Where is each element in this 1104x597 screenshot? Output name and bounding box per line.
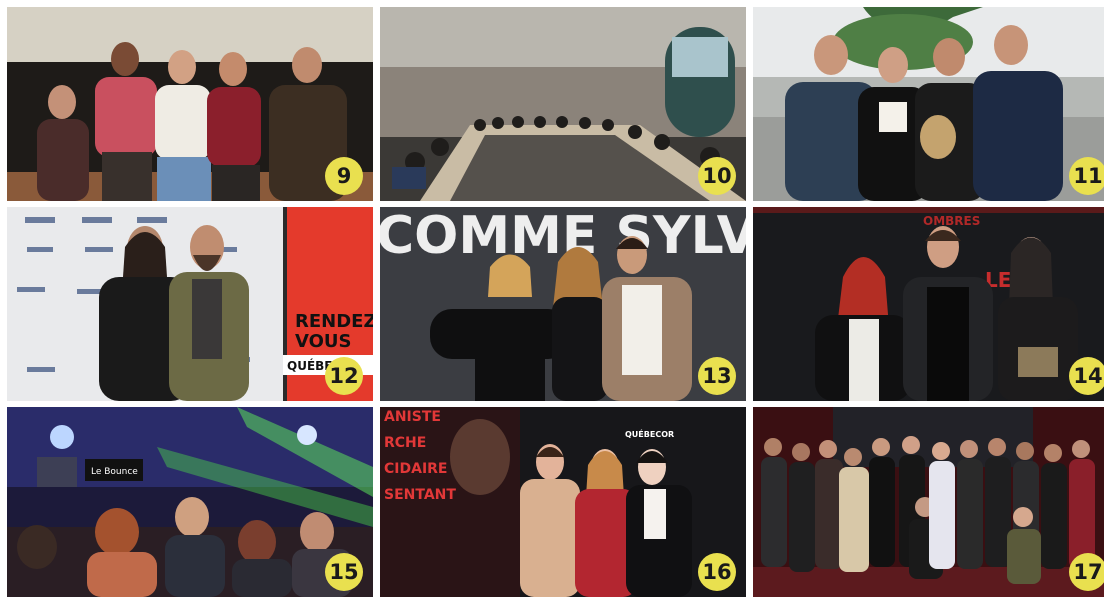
photo-16-image: ANISTE RCHE CIDAIRE SENTANT QUÉBECOR [380,407,746,597]
photo-number-badge: 13 [698,357,736,395]
photo-13-image: COMME SYLVA [380,207,746,401]
backdrop-text: RENDEZ [295,311,373,332]
backdrop-text: CIDAIRE [384,461,448,477]
photo-number-badge: 16 [698,553,736,591]
photo-16: ANISTE RCHE CIDAIRE SENTANT QUÉBECOR 16 [380,407,746,597]
photo-17: 17 [753,407,1104,597]
photo-12: RENDEZ VOUS QUÉBEC 12 [7,207,373,401]
backdrop-text: SENTANT [384,487,456,503]
photo-9: 9 [7,7,373,201]
backdrop-text: OMBRES [923,214,980,228]
photo-number-badge: 11 [1069,157,1104,195]
photo-11-image [753,7,1104,201]
photo-14: LES OMBRES 14 [753,207,1104,401]
backdrop-text: VOUS [295,331,352,352]
photo-number-badge: 10 [698,157,736,195]
photo-number-badge: 9 [325,157,363,195]
backdrop-text: RCHE [384,435,426,451]
backdrop-text: ANISTE [384,409,441,425]
photo-number-badge: 15 [325,553,363,591]
backdrop-logo-text: QUÉBECOR [625,428,674,439]
photo-number-badge: 12 [325,357,363,395]
photo-15: Le Bounce 15 [7,407,373,597]
photo-10-image [380,7,746,201]
photo-11: 11 [753,7,1104,201]
photo-12-image: RENDEZ VOUS QUÉBEC [7,207,373,401]
photo-17-image [753,407,1104,597]
photo-number-badge: 14 [1069,357,1104,395]
photo-grid: 9 10 11 RENDEZ VOUS QUÉBEC 12 COMME SYLV… [0,0,1104,597]
photo-number-badge: 17 [1069,553,1104,591]
photo-10: 10 [380,7,746,201]
photo-15-image: Le Bounce [7,407,373,597]
screen-text: Le Bounce [91,467,138,477]
photo-13: COMME SYLVA 13 [380,207,746,401]
photo-9-image [7,7,373,201]
photo-14-image: LES OMBRES [753,207,1104,401]
